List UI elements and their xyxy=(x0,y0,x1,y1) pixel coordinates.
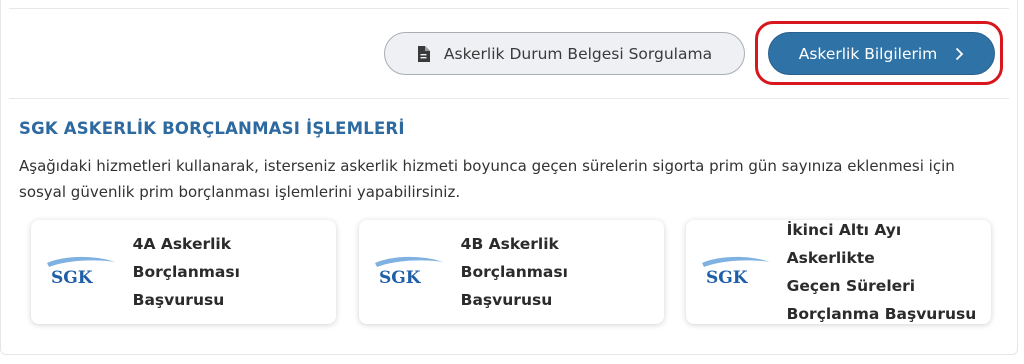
card-label-line: Borçlanması Başvurusu xyxy=(132,263,240,309)
sgk-logo-text: SGK xyxy=(379,268,422,288)
section-divider xyxy=(9,98,1009,99)
section-description-line: Aşağıdaki hizmetleri kullanarak, isterse… xyxy=(19,157,955,175)
top-divider xyxy=(9,8,1009,9)
military-status-document-button[interactable]: Askerlik Durum Belgesi Sorgulama xyxy=(384,32,745,75)
sgk-logo: SGK xyxy=(371,253,449,291)
sgk-logo-text: SGK xyxy=(706,268,749,288)
section-title: SGK ASKERLİK BORÇLANMASI İŞLEMLERİ xyxy=(19,119,405,138)
sgk-logo: SGK xyxy=(698,253,775,291)
sgk-logo-text: SGK xyxy=(51,268,94,288)
highlight-annotation xyxy=(755,21,1003,85)
sgk-logo: SGK xyxy=(43,253,121,291)
services-panel: Askerlik Durum Belgesi Sorgulama Askerli… xyxy=(0,0,1018,355)
card-label-line: İkinci Altı Ayı Askerlikte xyxy=(786,221,902,267)
section-description-line: sosyal güvenlik prim borçlanması işlemle… xyxy=(19,183,461,201)
card-label-line: Borçlanma Başvurusu xyxy=(786,305,977,323)
section-description: Aşağıdaki hizmetleri kullanarak, isterse… xyxy=(19,153,999,205)
card-label: İkinci Altı Ayı Askerlikte Geçen Süreler… xyxy=(787,216,991,328)
card-label: 4B Askerlik Borçlanması Başvurusu xyxy=(461,230,664,314)
card-label: 4A Askerlik Borçlanması Başvurusu xyxy=(133,230,336,314)
card-label-line: Geçen Süreleri xyxy=(786,277,916,295)
card-label-line: Borçlanması Başvurusu xyxy=(460,263,568,309)
card-4b-military-debt[interactable]: SGK 4B Askerlik Borçlanması Başvurusu xyxy=(359,220,664,324)
card-label-line: 4B Askerlik xyxy=(460,235,559,253)
document-icon xyxy=(417,45,430,62)
card-label-line: 4A Askerlik xyxy=(132,235,232,253)
card-4a-military-debt[interactable]: SGK 4A Askerlik Borçlanması Başvurusu xyxy=(31,220,336,324)
card-second-six-months-military-debt[interactable]: SGK İkinci Altı Ayı Askerlikte Geçen Sür… xyxy=(686,220,991,324)
military-status-document-label: Askerlik Durum Belgesi Sorgulama xyxy=(443,44,713,63)
